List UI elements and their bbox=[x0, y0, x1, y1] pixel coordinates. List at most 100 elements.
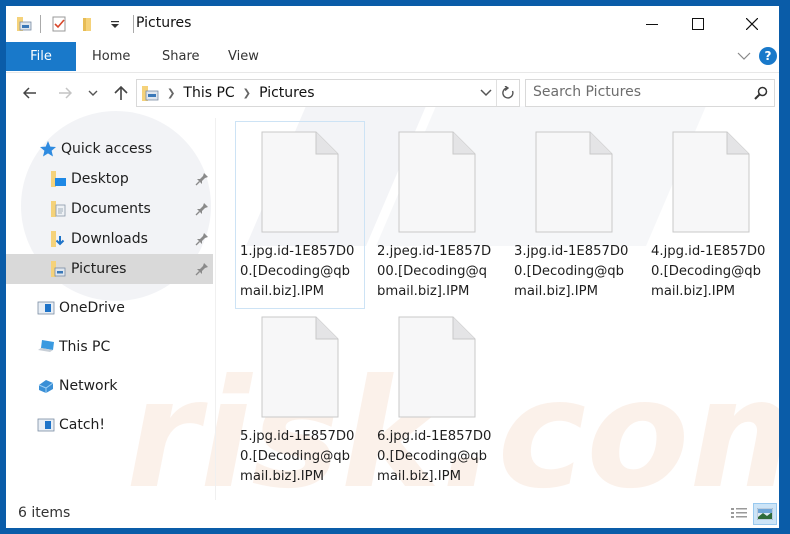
recent-locations-button[interactable] bbox=[86, 82, 100, 104]
title-bar: Pictures bbox=[6, 6, 779, 42]
close-icon bbox=[746, 18, 758, 30]
sidebar-item-label: Desktop bbox=[71, 171, 129, 187]
pin-icon[interactable] bbox=[195, 202, 209, 220]
file-item[interactable]: 6.jpg.id-1E857D0 0.[Decoding@qb mail.biz].… bbox=[372, 306, 502, 494]
file-item[interactable]: 4.jpg.id-1E857D0 0.[Decoding@qb mail.biz].… bbox=[646, 121, 776, 309]
tab-file[interactable]: File bbox=[6, 42, 76, 71]
file-explorer-window: risk.com Pictures File Home Share View ?… bbox=[6, 6, 779, 528]
toolbar-separator bbox=[133, 15, 134, 33]
help-button[interactable]: ? bbox=[759, 47, 777, 65]
breadcrumb-this-pc[interactable]: This PC bbox=[183, 85, 234, 101]
large-icons-view-button[interactable] bbox=[753, 503, 777, 525]
details-view-button[interactable] bbox=[727, 503, 751, 525]
sidebar-item-catch[interactable]: Catch! bbox=[6, 410, 213, 440]
sidebar-item-network[interactable]: Network bbox=[6, 371, 213, 401]
desktop-folder-icon bbox=[49, 170, 67, 188]
blank-file-icon bbox=[535, 131, 613, 233]
onedrive-icon bbox=[37, 299, 55, 317]
search-input[interactable] bbox=[526, 80, 743, 104]
file-item[interactable]: 3.jpg.id-1E857D0 0.[Decoding@qb mail.biz].… bbox=[509, 121, 639, 309]
up-button[interactable] bbox=[110, 82, 132, 104]
sidebar-item-downloads[interactable]: Downloads bbox=[6, 224, 213, 254]
navigation-bar: ❯ This PC ❯ Pictures bbox=[6, 78, 779, 108]
folder-picture-icon[interactable] bbox=[16, 16, 32, 32]
chevron-down-icon bbox=[480, 89, 492, 97]
star-icon bbox=[39, 140, 57, 158]
search-icon[interactable] bbox=[754, 85, 768, 104]
customize-dropdown-icon[interactable] bbox=[107, 16, 123, 32]
sidebar-item-label: This PC bbox=[59, 339, 111, 355]
ribbon-tabs: File Home Share View ? bbox=[6, 42, 779, 73]
search-box bbox=[525, 79, 775, 107]
new-folder-icon[interactable] bbox=[79, 16, 95, 32]
sidebar-item-documents[interactable]: Documents bbox=[6, 194, 213, 224]
blank-file-icon bbox=[398, 131, 476, 233]
tab-view[interactable]: View bbox=[214, 42, 273, 71]
file-name: 4.jpg.id-1E857D0 0.[Decoding@qb mail.biz].… bbox=[651, 244, 766, 299]
blank-file-icon bbox=[672, 131, 750, 233]
file-name: 2.jpeg.id-1E857D 00.[Decoding@q bmail.biz]… bbox=[377, 244, 492, 299]
pictures-folder-icon bbox=[49, 260, 67, 278]
file-item[interactable]: 1.jpg.id-1E857D0 0.[Decoding@qb mail.biz].… bbox=[235, 121, 365, 309]
breadcrumb-pictures[interactable]: Pictures bbox=[259, 85, 314, 101]
pin-icon[interactable] bbox=[195, 232, 209, 250]
close-button[interactable] bbox=[729, 6, 775, 42]
address-history-dropdown[interactable] bbox=[477, 83, 495, 103]
maximize-icon bbox=[692, 18, 704, 30]
blank-file-icon bbox=[261, 316, 339, 418]
minimize-button[interactable] bbox=[629, 6, 675, 42]
sidebar-item-desktop[interactable]: Desktop bbox=[6, 164, 213, 194]
sidebar-item-label: Downloads bbox=[71, 231, 148, 247]
refresh-button[interactable] bbox=[496, 80, 519, 106]
network-icon bbox=[37, 377, 55, 395]
file-name: 5.jpg.id-1E857D0 0.[Decoding@qb mail.biz].… bbox=[240, 429, 355, 484]
quick-access-toolbar bbox=[16, 15, 144, 33]
sidebar-item-pictures[interactable]: Pictures bbox=[6, 254, 213, 284]
large-icons-view-icon bbox=[757, 508, 773, 520]
forward-button[interactable] bbox=[54, 82, 76, 104]
file-name: 3.jpg.id-1E857D0 0.[Decoding@qb mail.biz].… bbox=[514, 244, 629, 299]
arrow-left-icon bbox=[23, 87, 36, 99]
sidebar-item-label: OneDrive bbox=[59, 300, 125, 316]
pin-icon[interactable] bbox=[195, 262, 209, 280]
window-title: Pictures bbox=[136, 15, 192, 31]
computer-icon bbox=[37, 338, 55, 356]
documents-folder-icon bbox=[49, 200, 67, 218]
breadcrumb-separator-icon: ❯ bbox=[242, 87, 252, 99]
expand-ribbon-button[interactable] bbox=[737, 48, 751, 67]
refresh-icon bbox=[502, 86, 514, 99]
arrow-right-icon bbox=[59, 87, 72, 99]
sidebar-item-label: Documents bbox=[71, 201, 151, 217]
pictures-folder-icon bbox=[142, 86, 159, 101]
sidebar-item-quick-access[interactable]: Quick access bbox=[6, 134, 213, 164]
maximize-button[interactable] bbox=[675, 6, 721, 42]
sidebar-item-this-pc[interactable]: This PC bbox=[6, 332, 213, 362]
arrow-up-icon bbox=[114, 85, 128, 100]
sidebar-item-onedrive[interactable]: OneDrive bbox=[6, 293, 213, 323]
tab-share[interactable]: Share bbox=[148, 42, 214, 71]
breadcrumb-separator-icon: ❯ bbox=[167, 87, 176, 99]
properties-checkmark-icon[interactable] bbox=[51, 16, 67, 32]
file-list: 1.jpg.id-1E857D0 0.[Decoding@qb mail.biz].… bbox=[222, 118, 779, 500]
details-view-icon bbox=[731, 508, 747, 518]
sidebar-item-label: Network bbox=[59, 378, 118, 394]
toolbar-separator bbox=[40, 15, 41, 33]
item-count: 6 items bbox=[18, 505, 71, 521]
file-name: 6.jpg.id-1E857D0 0.[Decoding@qb mail.biz].… bbox=[377, 429, 492, 484]
file-name: 1.jpg.id-1E857D0 0.[Decoding@qb mail.biz].… bbox=[240, 244, 355, 299]
chevron-down-icon bbox=[737, 52, 751, 60]
file-item[interactable]: 5.jpg.id-1E857D0 0.[Decoding@qb mail.biz].… bbox=[235, 306, 365, 494]
address-bar[interactable]: ❯ This PC ❯ Pictures bbox=[136, 79, 520, 107]
back-button[interactable] bbox=[19, 82, 41, 104]
sidebar-item-label: Quick access bbox=[61, 141, 153, 157]
tab-home[interactable]: Home bbox=[78, 42, 144, 71]
downloads-folder-icon bbox=[49, 230, 67, 248]
pin-icon[interactable] bbox=[195, 172, 209, 190]
sidebar-item-label: Catch! bbox=[59, 417, 106, 433]
chevron-down-icon bbox=[88, 90, 98, 96]
pane-divider[interactable] bbox=[215, 118, 216, 500]
file-item[interactable]: 2.jpeg.id-1E857D 00.[Decoding@q bmail.biz]… bbox=[372, 121, 502, 309]
breadcrumb: ❯ This PC ❯ Pictures bbox=[141, 80, 315, 106]
blank-file-icon bbox=[398, 316, 476, 418]
sidebar-item-label: Pictures bbox=[71, 261, 127, 277]
